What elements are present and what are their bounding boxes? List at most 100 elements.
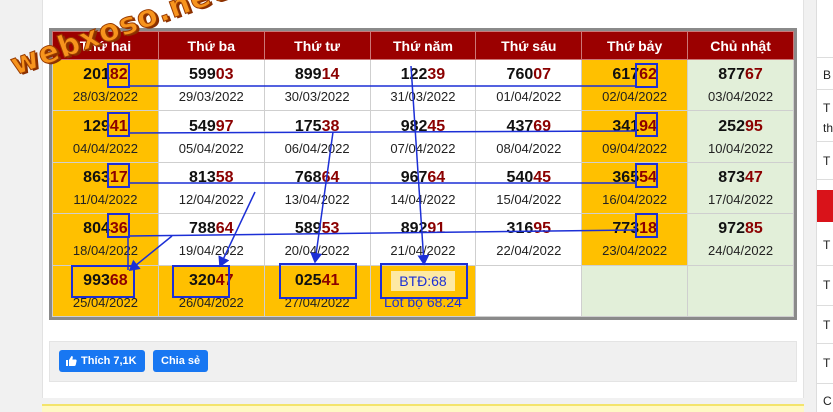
number-tail: 67	[744, 66, 763, 84]
result-date: 03/04/2022	[707, 89, 774, 105]
right-sidebar: B T th T T T T T C	[816, 0, 833, 412]
week-row: 12941 04/04/2022 54997 05/04/2022 17538 06/04…	[52, 110, 794, 163]
facebook-share-button[interactable]: Chia sẻ	[153, 350, 209, 372]
result-number: 36554	[582, 168, 687, 188]
result-cell: 98245 07/04/2022	[369, 110, 477, 163]
result-date: 26/04/2022	[178, 294, 244, 310]
result-cell: 25295 10/04/2022	[687, 110, 794, 163]
result-number: 17538	[265, 117, 370, 137]
result-cell: 96764 14/04/2022	[369, 161, 477, 215]
result-number: 54045	[476, 168, 581, 188]
result-date: 27/04/2022	[284, 294, 350, 310]
result-number: 76864	[265, 168, 370, 188]
result-cell: 97285 24/04/2022	[687, 213, 794, 266]
sidebar-item[interactable]: T	[817, 344, 833, 384]
number-tail: 53	[321, 220, 340, 238]
yellow-notice-strip	[42, 404, 804, 412]
lottery-table-wrapper: Thứ hai Thứ ba Thứ tư Thứ năm Thứ sáu Th…	[49, 28, 797, 320]
week-row: 86317 11/04/2022 81358 12/04/2022 76864 13/04…	[52, 161, 794, 215]
result-number: 78864	[159, 219, 264, 239]
header-thursday: Thứ năm	[369, 31, 477, 60]
sidebar-item[interactable]: T	[817, 142, 833, 180]
number-tail: 41	[109, 117, 128, 135]
number-tail: 47	[215, 271, 234, 289]
result-cell: 89914 30/03/2022	[263, 58, 371, 112]
facebook-like-button[interactable]: Thích 7,1K	[59, 350, 145, 372]
sidebar-item[interactable]: C	[817, 384, 833, 412]
result-number: 87767	[688, 65, 793, 85]
number-tail: 07	[533, 66, 552, 84]
result-date: 22/04/2022	[496, 243, 562, 259]
sidebar-item[interactable]: T th	[817, 90, 833, 142]
number-tail: 68	[109, 271, 128, 289]
result-cell: 77318 23/04/2022	[581, 213, 689, 266]
result-date: 29/03/2022	[178, 89, 244, 105]
number-head: 972	[718, 220, 745, 238]
result-number: 34194	[582, 117, 687, 137]
result-date: 19/04/2022	[178, 243, 244, 259]
result-number: 32047	[159, 271, 264, 291]
prediction-label: BTĐ:68	[391, 271, 455, 292]
sidebar-item[interactable]: T	[817, 306, 833, 344]
number-head: 316	[506, 220, 534, 238]
result-cell: 20182 28/03/2022	[52, 58, 159, 112]
result-cell: 61762 02/04/2022	[581, 58, 689, 112]
result-cell: 36554 16/04/2022	[581, 161, 689, 215]
sidebar-item[interactable]: B	[817, 58, 833, 90]
number-tail: 58	[215, 168, 234, 186]
result-number: 81358	[159, 168, 264, 188]
number-tail: 36	[109, 220, 128, 238]
result-number: 54997	[159, 117, 264, 137]
result-cell: 17538 06/04/2022	[263, 110, 371, 163]
number-tail: 03	[215, 66, 234, 84]
sidebar-item[interactable]: T	[817, 226, 833, 266]
result-number: 12941	[53, 117, 158, 137]
result-date: 09/04/2022	[602, 140, 668, 156]
result-cell	[687, 264, 794, 318]
number-tail: 85	[744, 220, 763, 238]
number-head: 365	[612, 168, 640, 186]
result-number: 61762	[582, 65, 687, 85]
number-head: 175	[294, 117, 322, 135]
lot-bo-label: Lót bộ 68.24	[384, 294, 462, 311]
result-number: 77318	[582, 219, 687, 239]
number-head: 025	[294, 271, 322, 289]
number-tail: 95	[744, 117, 763, 135]
result-number: 89291	[371, 219, 476, 239]
result-cell: 80436 18/04/2022	[52, 213, 159, 266]
result-cell: 78864 19/04/2022	[157, 213, 265, 266]
result-cell: 59903 29/03/2022	[157, 58, 265, 112]
result-number: 96764	[371, 168, 476, 188]
sidebar-item[interactable]	[817, 0, 833, 58]
number-head: 768	[294, 168, 322, 186]
number-head: 437	[506, 117, 534, 135]
number-tail: 14	[321, 66, 340, 84]
like-label: Thích 7,1K	[81, 355, 137, 367]
number-tail: 62	[639, 66, 657, 84]
number-head: 617	[612, 66, 640, 84]
result-number: 58953	[265, 219, 370, 239]
number-head: 599	[189, 66, 216, 84]
lottery-results-table: Thứ hai Thứ ba Thứ tư Thứ năm Thứ sáu Th…	[52, 31, 794, 318]
sidebar-item[interactable]: T	[817, 266, 833, 306]
result-date: 07/04/2022	[390, 140, 456, 156]
result-number: 43769	[476, 117, 581, 137]
number-head: 813	[189, 168, 216, 186]
result-cell: 02541 27/04/2022	[263, 264, 371, 318]
result-date: 14/04/2022	[390, 191, 456, 207]
result-number: 97285	[688, 219, 793, 239]
result-number: 31695	[476, 219, 581, 239]
number-tail: 64	[427, 168, 446, 186]
result-cell: BTĐ:68 Lót bộ 68.24	[369, 264, 477, 318]
number-head: 788	[189, 220, 216, 238]
result-date: 20/04/2022	[284, 243, 350, 259]
result-cell: 12941 04/04/2022	[52, 110, 159, 163]
result-date: 21/04/2022	[390, 243, 456, 259]
number-tail: 97	[215, 117, 234, 135]
number-head: 982	[400, 117, 428, 135]
result-date: 28/03/2022	[72, 89, 138, 105]
week-row: 80436 18/04/2022 78864 19/04/2022 58953 20/04…	[52, 213, 794, 266]
number-tail: 45	[427, 117, 446, 135]
result-date: 30/03/2022	[284, 89, 350, 105]
number-head: 877	[718, 66, 745, 84]
